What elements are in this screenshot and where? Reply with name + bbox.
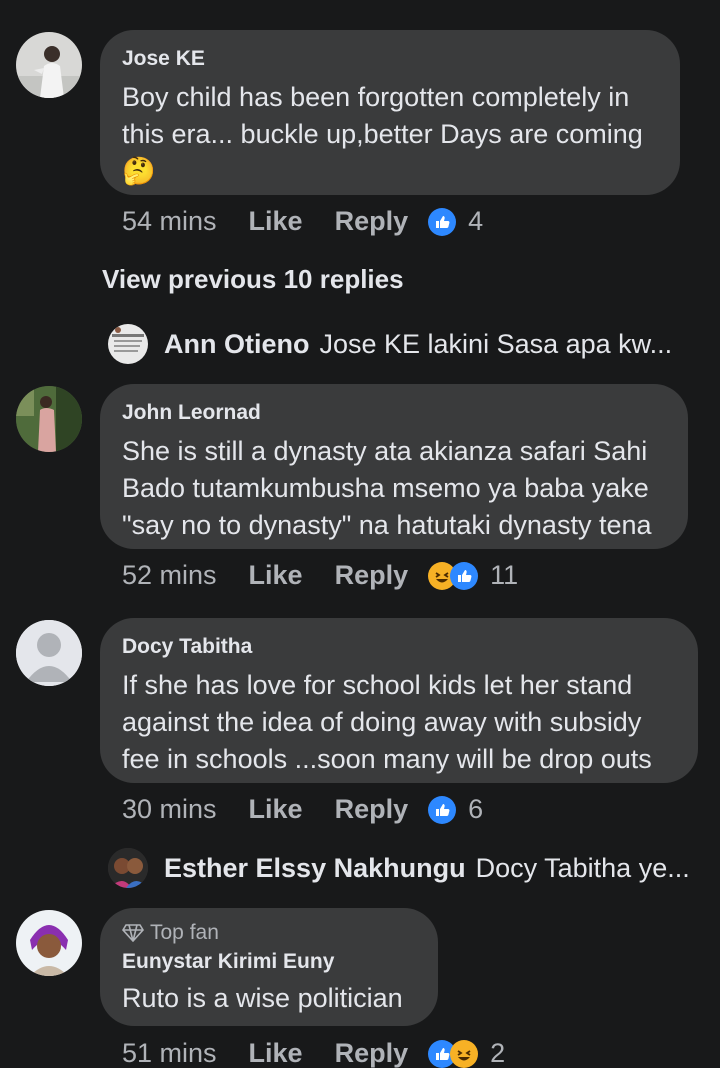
comment-actions: 51 mins Like Reply 2 [122,1038,505,1068]
comment-time[interactable]: 54 mins [122,206,217,237]
reply-button[interactable]: Reply [335,560,409,591]
profile-photo [16,386,82,452]
top-fan-label: Top fan [150,921,219,944]
reply-preview[interactable]: Ann Otieno Jose KE lakini Sasa apa kw... [108,324,672,364]
comment-time[interactable]: 51 mins [122,1038,217,1068]
reply-preview-text: Jose KE lakini Sasa apa kw... [319,328,673,359]
reaction-icons[interactable] [428,207,457,236]
profile-photo [16,910,82,976]
reply-button[interactable]: Reply [335,206,409,237]
comment-author[interactable]: John Leornad [122,401,666,425]
reaction-icons[interactable] [428,561,479,590]
comment-actions: 52 mins Like Reply 11 [122,560,518,591]
reaction-count[interactable]: 2 [490,1038,505,1068]
comment-text: Boy child has been forgotten completely … [122,82,643,149]
comment-actions: 54 mins Like Reply 4 [122,206,483,237]
like-button[interactable]: Like [249,560,303,591]
reply-avatar [108,848,148,888]
comment-text: Ruto is a wise politician [122,983,403,1013]
comment-author[interactable]: Docy Tabitha [122,635,676,659]
comment-text: She is still a dynasty ata akianza safar… [122,436,652,540]
view-previous-replies-link[interactable]: View previous 10 replies [102,264,404,295]
reply-author[interactable]: Esther Elssy Nakhungu [164,853,466,884]
comments-screen: Jose KE Boy child has been forgotten com… [0,0,720,1068]
reaction-icons[interactable] [428,1039,479,1068]
profile-photo [16,32,82,98]
comment-actions: 30 mins Like Reply 6 [122,794,483,825]
comment-author[interactable]: Jose KE [122,47,658,71]
avatar[interactable] [16,32,82,98]
comment-author[interactable]: Eunystar Kirimi Euny [122,950,416,974]
comment-bubble: John Leornad She is still a dynasty ata … [100,384,688,549]
diamond-icon [122,924,144,942]
like-button[interactable]: Like [249,1038,303,1068]
like-reaction-icon [428,207,457,236]
comment-bubble: Top fan Eunystar Kirimi Euny Ruto is a w… [100,908,438,1026]
reply-avatar [108,324,148,364]
reaction-count[interactable]: 6 [468,794,483,825]
thinking-emoji: 🤔 [122,156,156,187]
default-profile-icon [16,620,82,686]
comment-bubble: Jose KE Boy child has been forgotten com… [100,30,680,195]
haha-reaction-icon [450,1039,479,1068]
reply-preview[interactable]: Esther Elssy Nakhungu Docy Tabitha ye... [108,848,690,888]
reply-button[interactable]: Reply [335,1038,409,1068]
avatar[interactable] [16,620,82,686]
comment-time[interactable]: 52 mins [122,560,217,591]
top-fan-badge[interactable]: Top fan [122,920,416,946]
reply-button[interactable]: Reply [335,794,409,825]
like-button[interactable]: Like [249,794,303,825]
reaction-count[interactable]: 4 [468,206,483,237]
like-reaction-icon [428,795,457,824]
avatar[interactable] [16,386,82,452]
like-button[interactable]: Like [249,206,303,237]
reply-author[interactable]: Ann Otieno [164,329,309,360]
like-reaction-icon [450,561,479,590]
comment-bubble: Docy Tabitha If she has love for school … [100,618,698,783]
reply-preview-text: Docy Tabitha ye... [475,852,690,883]
comment-time[interactable]: 30 mins [122,794,217,825]
reaction-count[interactable]: 11 [490,560,518,591]
reaction-icons[interactable] [428,795,457,824]
comment-text: If she has love for school kids let her … [122,670,652,774]
avatar[interactable] [16,910,82,976]
